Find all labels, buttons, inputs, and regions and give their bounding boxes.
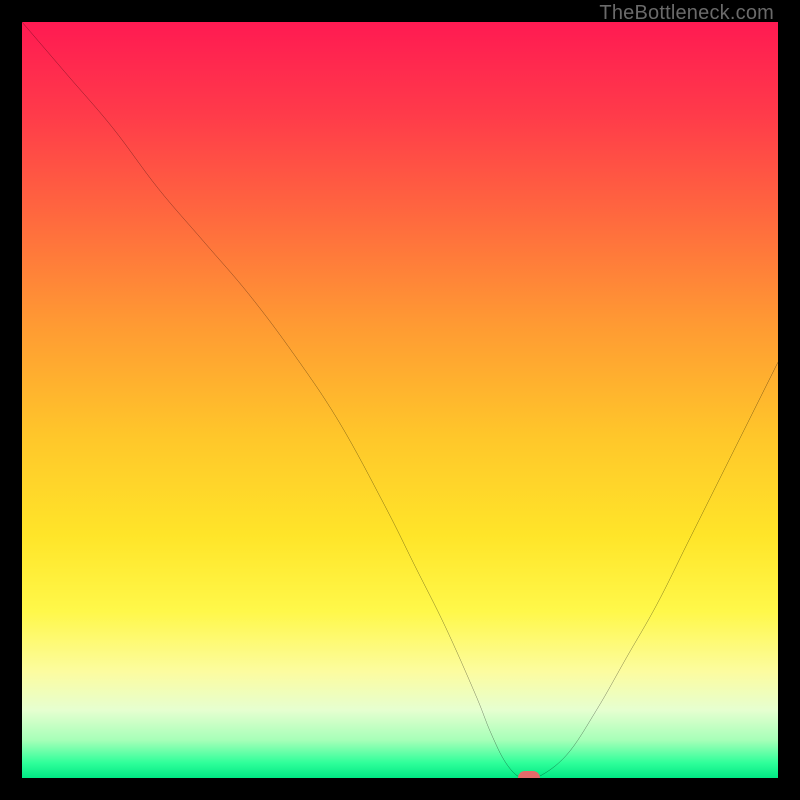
watermark-text: TheBottleneck.com [599,2,774,25]
bottleneck-curve [22,22,778,778]
optimal-point-marker [518,771,540,778]
plot-area [22,22,778,778]
chart-frame: TheBottleneck.com [0,0,800,800]
